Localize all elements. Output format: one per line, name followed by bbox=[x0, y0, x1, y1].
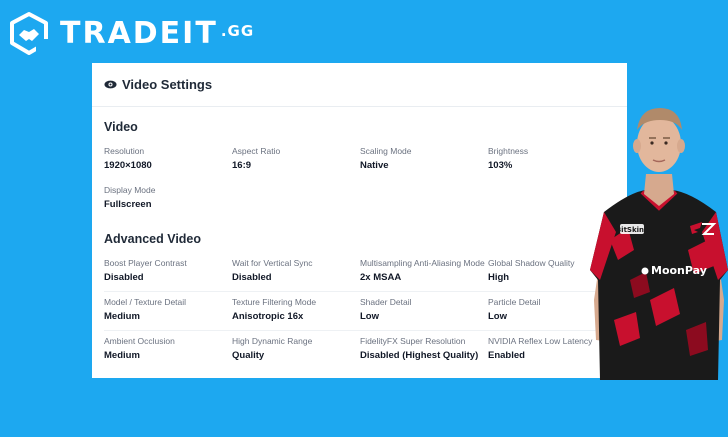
setting-value: Low bbox=[360, 311, 379, 322]
svg-text:MoonPay: MoonPay bbox=[651, 264, 707, 277]
setting-value: Fullscreen bbox=[104, 199, 152, 210]
setting-label: High Dynamic Range bbox=[232, 336, 313, 346]
setting-value: Anisotropic 16x bbox=[232, 311, 304, 322]
section-title-video: Video bbox=[104, 120, 138, 134]
setting-value: Medium bbox=[104, 311, 140, 322]
setting-label: FidelityFX Super Resolution bbox=[360, 336, 466, 346]
setting-value: 16:9 bbox=[232, 160, 252, 171]
setting-aspect-ratio: Aspect Ratio 16:9 bbox=[232, 141, 360, 180]
setting-label: Texture Filtering Mode bbox=[232, 297, 317, 307]
brand-name: TRADEIT bbox=[60, 16, 218, 51]
setting-fidelityfx: FidelityFX Super Resolution Disabled (Hi… bbox=[360, 331, 488, 370]
setting-value: Native bbox=[360, 160, 389, 171]
setting-vertical-sync: Wait for Vertical Sync Disabled bbox=[232, 253, 360, 292]
advanced-video-grid: Boost Player Contrast Disabled Wait for … bbox=[104, 253, 616, 370]
card-title: Video Settings bbox=[122, 77, 213, 92]
setting-label: Aspect Ratio bbox=[232, 146, 281, 156]
player-image: BitSkins MoonPay bbox=[590, 108, 728, 380]
setting-label: Wait for Vertical Sync bbox=[232, 258, 313, 268]
setting-boost-player-contrast: Boost Player Contrast Disabled bbox=[104, 253, 232, 292]
setting-value: Quality bbox=[232, 350, 265, 361]
setting-display-mode: Display Mode Fullscreen bbox=[104, 180, 232, 219]
video-settings-card: Video Settings Video Resolution 1920×108… bbox=[92, 63, 627, 378]
setting-resolution: Resolution 1920×1080 bbox=[104, 141, 232, 180]
setting-value: 1920×1080 bbox=[104, 160, 152, 171]
video-settings-grid: Resolution 1920×1080 Aspect Ratio 16:9 S… bbox=[104, 141, 615, 219]
setting-value: Disabled (Highest Quality) bbox=[360, 350, 479, 361]
setting-label: Resolution bbox=[104, 146, 145, 156]
setting-value: Disabled bbox=[104, 272, 144, 283]
setting-value: Disabled bbox=[232, 272, 272, 283]
setting-label: Shader Detail bbox=[360, 297, 412, 307]
setting-model-texture-detail: Model / Texture Detail Medium bbox=[104, 292, 232, 331]
setting-high-dynamic-range: High Dynamic Range Quality bbox=[232, 331, 360, 370]
card-header: Video Settings bbox=[92, 63, 627, 107]
section-title-advanced-video: Advanced Video bbox=[104, 232, 202, 246]
handshake-logo-icon bbox=[10, 12, 50, 55]
setting-ambient-occlusion: Ambient Occlusion Medium bbox=[104, 331, 232, 370]
setting-label: Scaling Mode bbox=[360, 146, 412, 156]
setting-texture-filtering: Texture Filtering Mode Anisotropic 16x bbox=[232, 292, 360, 331]
setting-value: Medium bbox=[104, 350, 140, 361]
setting-scaling-mode: Scaling Mode Native bbox=[360, 141, 488, 180]
setting-label: Model / Texture Detail bbox=[104, 297, 187, 307]
setting-label: Boost Player Contrast bbox=[104, 258, 187, 268]
setting-label: Multisampling Anti-Aliasing Mode bbox=[360, 258, 485, 268]
setting-msaa-mode: Multisampling Anti-Aliasing Mode 2x MSAA bbox=[360, 253, 488, 292]
tradeit-logo: TRADEIT .GG bbox=[6, 10, 254, 58]
setting-value: 2x MSAA bbox=[360, 272, 402, 283]
setting-label: Display Mode bbox=[104, 185, 156, 195]
svg-text:BitSkins: BitSkins bbox=[616, 226, 648, 234]
setting-shader-detail: Shader Detail Low bbox=[360, 292, 488, 331]
brand-suffix: .GG bbox=[220, 22, 255, 40]
setting-label: Ambient Occlusion bbox=[104, 336, 175, 346]
eye-icon bbox=[104, 80, 117, 89]
